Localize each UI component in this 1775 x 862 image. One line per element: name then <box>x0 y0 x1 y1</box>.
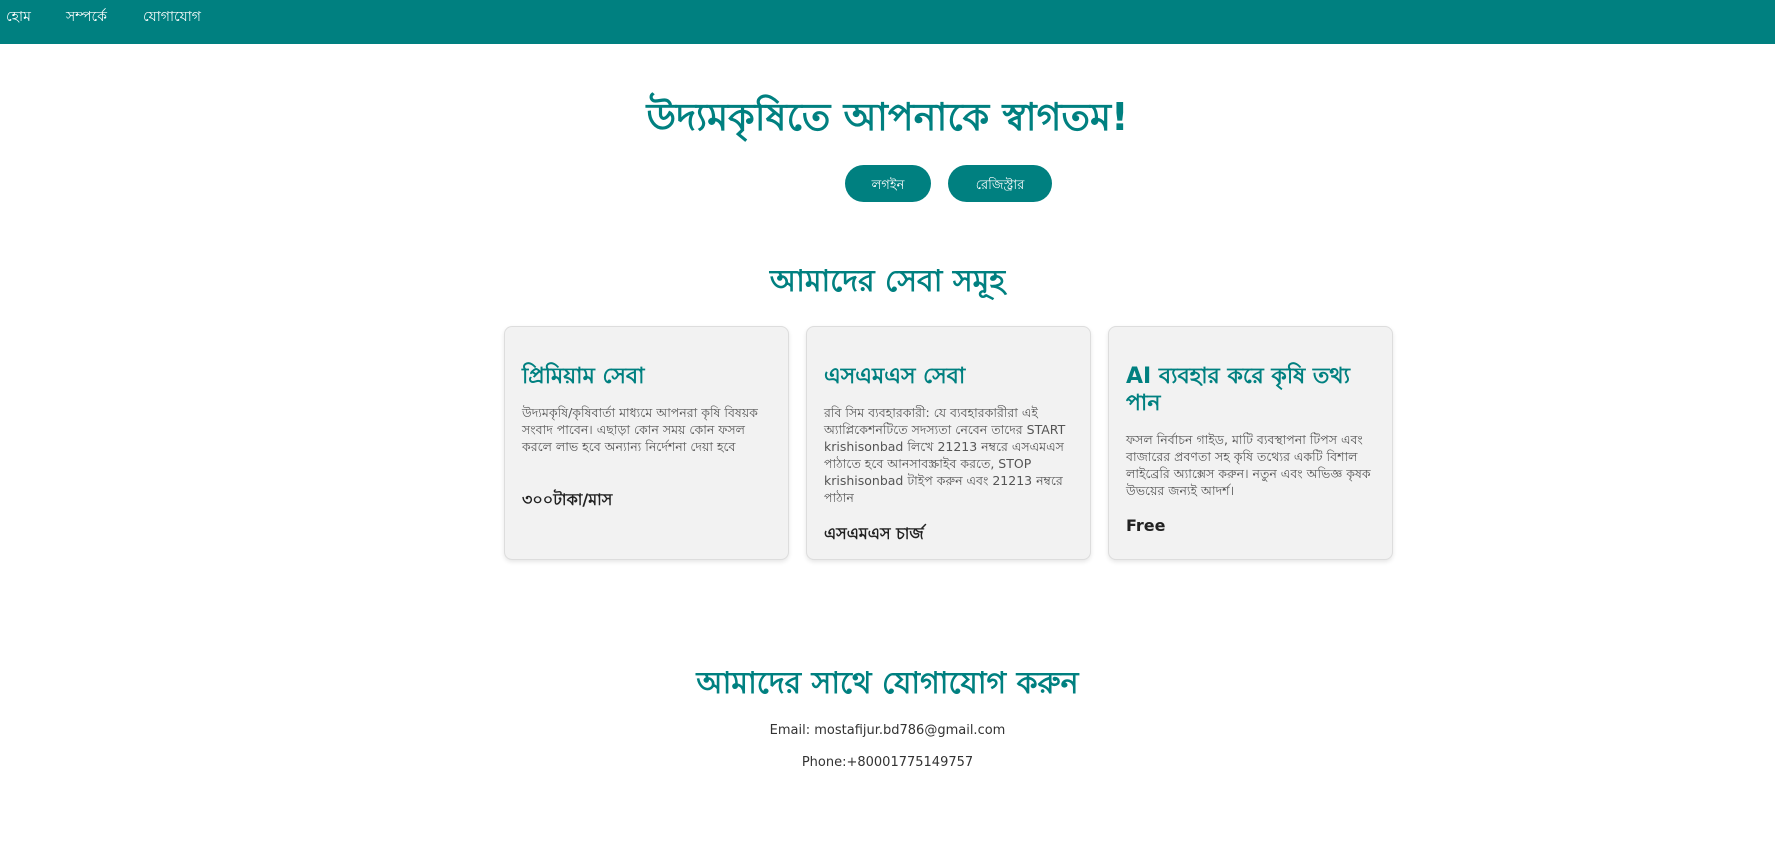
service-card-title: AI ব্যবহার করে কৃষি তথ্য পান <box>1126 364 1351 416</box>
service-card-price: ৩০০টাকা/মাস <box>522 490 613 509</box>
services-title: আমাদের সেবা সমূহ <box>769 264 1006 299</box>
service-card-description: রবি সিম ব্যবহারকারী: যে ব্যবহারকারীরা এই… <box>824 405 1066 505</box>
welcome-title: উদ্যমকৃষিতে আপনাকে স্বাগতম! <box>646 95 1129 139</box>
nav-item-about[interactable]: সম্পর্কে <box>66 7 107 27</box>
top-navbar: হোম সম্পর্কে যোগাযোগ <box>0 0 1775 44</box>
contact-phone: Phone:+80001775149757 <box>801 755 974 770</box>
service-card-description: ফসল নির্বাচন গাইড, মাটি ব্যবস্থাপনা টিপস… <box>1126 432 1371 498</box>
service-card-ai: AI ব্যবহার করে কৃষি তথ্য পান ফসল নির্বাচ… <box>1108 326 1393 560</box>
register-button[interactable]: রেজিস্ট্রার <box>948 165 1052 202</box>
service-card-premium: প্রিমিয়াম সেবা উদ্যমকৃষি/কৃষিবার্তা মাধ… <box>504 326 789 560</box>
service-card-price: Free <box>1126 516 1166 535</box>
nav-item-home[interactable]: হোম <box>6 7 31 27</box>
service-card-price: এসএমএস চার্জ <box>824 524 924 543</box>
service-card-description: উদ্যমকৃষি/কৃষিবার্তা মাধ্যমে আপনরা কৃষি … <box>522 405 758 454</box>
nav-item-contact[interactable]: যোগাযোগ <box>143 7 201 27</box>
service-card-title: প্রিমিয়াম সেবা <box>522 364 645 389</box>
login-button[interactable]: লগইন <box>845 165 931 202</box>
service-card-sms: এসএমএস সেবা রবি সিম ব্যবহারকারী: যে ব্যব… <box>806 326 1091 560</box>
contact-email: Email: mostafijur.bd786@gmail.com <box>769 723 1006 738</box>
contact-title: আমাদের সাথে যোগাযোগ করুন <box>696 666 1079 701</box>
service-card-title: এসএমএস সেবা <box>824 364 966 389</box>
